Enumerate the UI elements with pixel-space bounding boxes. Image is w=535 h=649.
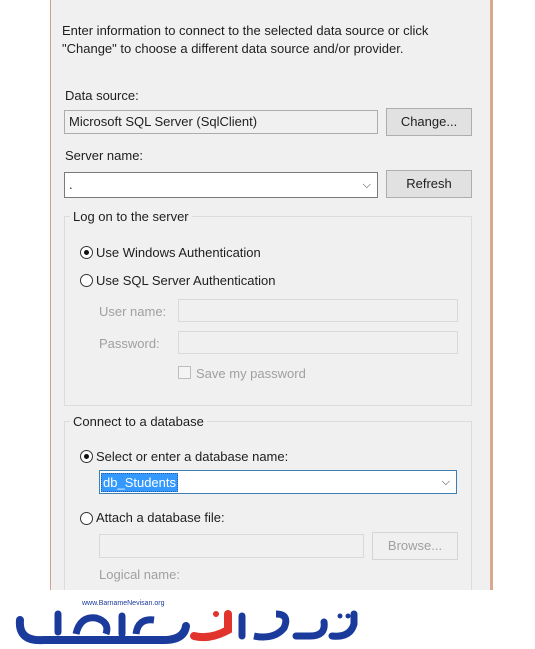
- attach-db-radio[interactable]: [80, 512, 93, 525]
- save-password-checkbox[interactable]: [178, 366, 191, 379]
- windows-auth-label[interactable]: Use Windows Authentication: [96, 245, 261, 260]
- logical-name-label: Logical name:: [99, 567, 180, 582]
- password-label: Password:: [99, 336, 160, 351]
- logon-group-title: Log on to the server: [70, 209, 192, 224]
- attach-file-field[interactable]: [99, 534, 364, 558]
- data-source-label: Data source:: [65, 88, 139, 103]
- select-db-radio[interactable]: [80, 450, 93, 463]
- database-group-title: Connect to a database: [70, 414, 207, 429]
- barnamenevisan-logo: www.BarnameNevisan.org: [14, 600, 364, 646]
- save-password-label[interactable]: Save my password: [196, 366, 306, 381]
- sql-auth-label[interactable]: Use SQL Server Authentication: [96, 273, 275, 288]
- database-name-value[interactable]: db_Students: [101, 473, 179, 492]
- intro-line-1: Enter information to connect to the sele…: [62, 23, 429, 38]
- windows-auth-radio[interactable]: [80, 246, 93, 259]
- intro-line-2: "Change" to choose a different data sour…: [62, 41, 404, 56]
- select-db-label[interactable]: Select or enter a database name:: [96, 449, 288, 464]
- data-source-field: Microsoft SQL Server (SqlClient): [64, 110, 378, 134]
- attach-db-label[interactable]: Attach a database file:: [96, 510, 225, 525]
- database-name-combo[interactable]: db_Students ⌵: [99, 470, 457, 494]
- chevron-down-icon[interactable]: ⌵: [363, 173, 371, 197]
- intro-text: Enter information to connect to the sele…: [62, 22, 477, 58]
- server-name-combo[interactable]: . ⌵: [64, 172, 378, 198]
- server-name-label: Server name:: [65, 148, 144, 163]
- change-button[interactable]: Change...: [386, 108, 472, 136]
- server-name-value: .: [69, 177, 73, 192]
- browse-button[interactable]: Browse...: [372, 532, 458, 560]
- username-label: User name:: [99, 304, 167, 319]
- logo-mark-icon: [15, 610, 358, 645]
- username-field[interactable]: [178, 299, 458, 322]
- password-field[interactable]: [178, 331, 458, 354]
- sql-auth-radio[interactable]: [80, 274, 93, 287]
- chevron-down-icon[interactable]: ⌵: [442, 471, 450, 493]
- refresh-button[interactable]: Refresh: [386, 170, 472, 198]
